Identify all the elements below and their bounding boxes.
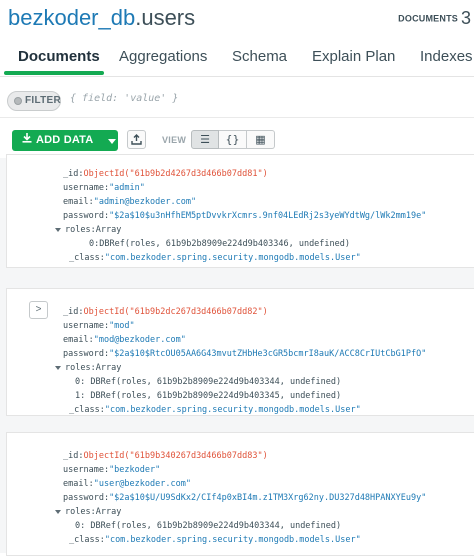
tab-documents[interactable]: Documents [18, 48, 100, 65]
document-field-username: username:"bezkoder" [63, 465, 161, 475]
document-field-email: email:"mod@bezkoder.com" [63, 335, 186, 345]
document-field-email: email:"user@bezkoder.com" [63, 479, 191, 489]
namespace-title: bezkoder_db.users [8, 5, 195, 31]
database-name-link[interactable]: bezkoder_db [8, 5, 135, 30]
roles-array-item: 1: DBRef(roles, 61b9b2b8909e224d9b403345… [75, 391, 342, 401]
document-field-roles[interactable]: roles:Array [55, 507, 121, 517]
export-button[interactable] [127, 130, 146, 149]
download-icon [22, 133, 32, 146]
document-card[interactable]: _id:ObjectId("61b9b340267d3d466b07dd83")… [6, 432, 474, 556]
filter-label: FILTER [25, 95, 62, 106]
document-field-password: password:"$2a$10$RtcOU05AA6G43mvutZHbHe3… [63, 349, 427, 359]
tab-aggregations[interactable]: Aggregations [119, 48, 207, 65]
export-icon [131, 134, 142, 145]
documents-list: _id:ObjectId("61b9b2d4267d3d466b07dd81")… [0, 154, 474, 556]
list-view-icon: ☰ [200, 133, 210, 146]
document-field-id: _id:ObjectId("61b9b2d4267d3d466b07dd81") [63, 169, 268, 179]
add-data-button[interactable]: ADD DATA [12, 130, 118, 151]
add-data-label: ADD DATA [36, 134, 94, 146]
document-field-id: _id:ObjectId("61b9b2dc267d3d466b07dd82") [63, 307, 268, 317]
documents-count-value: 3 [460, 8, 471, 28]
roles-array-item: 0:DBRef(roles, 61b9b2b8909e224d9b403346,… [89, 239, 351, 249]
collection-header: bezkoder_db.users DOCUMENTS 3 [0, 0, 474, 40]
document-card[interactable]: > _id:ObjectId("61b9b2dc267d3d466b07dd82… [6, 288, 474, 416]
document-field-roles[interactable]: roles:Array [55, 363, 121, 373]
document-count: DOCUMENTS 3 [398, 8, 471, 29]
roles-array-item: 0: DBRef(roles, 61b9b2b8909e224d9b403344… [75, 521, 342, 531]
chevron-right-icon: > [35, 304, 42, 315]
table-view-button[interactable]: ▦ [247, 130, 275, 149]
table-view-icon: ▦ [255, 133, 266, 146]
chevron-down-icon[interactable] [55, 509, 61, 514]
json-view-icon: {} [225, 133, 240, 146]
chevron-down-icon[interactable] [55, 227, 61, 232]
roles-array-item: 0: DBRef(roles, 61b9b2b8909e224d9b403344… [75, 377, 342, 387]
json-view-button[interactable]: {} [219, 130, 247, 149]
expand-document-button[interactable]: > [29, 301, 48, 319]
collection-name: .users [135, 5, 196, 30]
document-field-username: username:"admin" [63, 183, 145, 193]
view-label: VIEW [162, 135, 187, 145]
document-field-class: _class:"com.bezkoder.spring.security.mon… [69, 535, 361, 545]
document-field-username: username:"mod" [63, 321, 135, 331]
document-card[interactable]: _id:ObjectId("61b9b2d4267d3d466b07dd81")… [6, 154, 474, 268]
filter-query-input[interactable]: { field: 'value' } [70, 93, 178, 104]
documents-count-label: DOCUMENTS [398, 13, 458, 24]
document-field-class: _class:"com.bezkoder.spring.security.mon… [69, 253, 361, 263]
tab-schema[interactable]: Schema [232, 48, 287, 65]
document-field-password: password:"$2a$10$U/U9SdKx2/CIf4p0xBI4m.z… [63, 493, 427, 503]
filter-status-icon [14, 97, 22, 105]
chevron-down-icon[interactable] [55, 365, 61, 370]
document-field-email: email:"admin@bezkoder.com" [63, 197, 197, 207]
tab-indexes[interactable]: Indexes [420, 48, 473, 65]
document-field-password: password:"$2a$10$u3nHfhEM5ptDvvkrXcmrs.9… [63, 211, 427, 221]
filter-bar: FILTER { field: 'value' } [0, 87, 474, 118]
active-tab-indicator [4, 71, 104, 75]
document-field-id: _id:ObjectId("61b9b340267d3d466b07dd83") [63, 451, 268, 461]
list-view-button[interactable]: ☰ [191, 130, 219, 149]
chevron-down-icon [108, 139, 116, 144]
filter-button[interactable]: FILTER [7, 91, 61, 111]
tab-explain-plan[interactable]: Explain Plan [312, 48, 395, 65]
document-field-roles[interactable]: roles:Array [55, 225, 121, 235]
document-field-class: _class:"com.bezkoder.spring.security.mon… [69, 405, 361, 415]
